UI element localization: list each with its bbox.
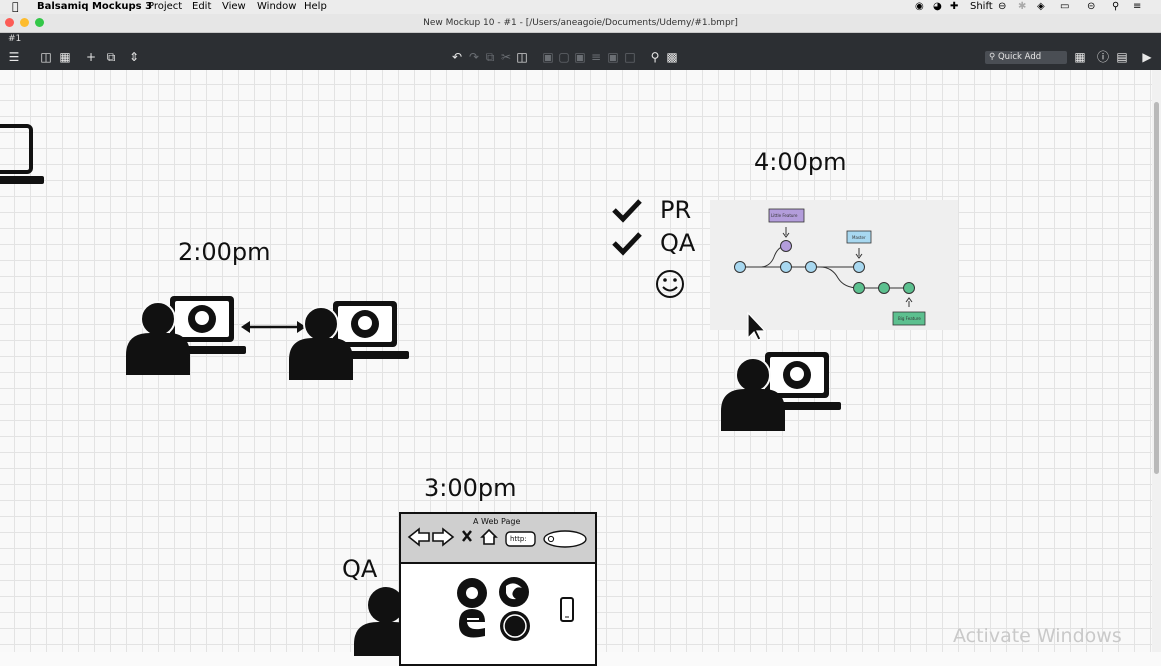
- apple-icon[interactable]: : [12, 0, 19, 14]
- git-branch-graph: [734, 208, 926, 326]
- mockup-tab[interactable]: #1: [8, 33, 21, 45]
- checkmark-icons: [612, 199, 642, 256]
- menu-help[interactable]: Help: [304, 0, 327, 14]
- hamburger-menu-icon[interactable]: ☰: [7, 50, 21, 64]
- duplicate-icon[interactable]: ⧉: [104, 50, 118, 64]
- battery-icon[interactable]: ▭: [1060, 0, 1069, 14]
- undo-icon[interactable]: ↶: [450, 50, 464, 64]
- menu-window[interactable]: Window: [257, 0, 296, 14]
- app-name-menu[interactable]: Balsamiq Mockups 3: [37, 0, 152, 14]
- developer-laptop-icon-3[interactable]: [721, 351, 846, 433]
- copy-icon[interactable]: ⧉: [483, 50, 497, 64]
- menu-bar:  Balsamiq Mockups 3 Project Edit View W…: [0, 0, 1161, 14]
- add-icon[interactable]: +: [84, 50, 98, 64]
- browser-url-field[interactable]: http:: [510, 535, 527, 543]
- do-not-disturb-icon[interactable]: ⊝: [1087, 0, 1095, 14]
- zoom-window-button[interactable]: [35, 18, 44, 27]
- redo-icon[interactable]: ↷: [467, 50, 481, 64]
- branch-label-master: Master: [852, 235, 866, 240]
- developer-laptop-icon-2[interactable]: [289, 300, 414, 382]
- send-back-icon[interactable]: ▢: [557, 50, 571, 64]
- group-icon[interactable]: ▣: [541, 50, 555, 64]
- smiley-face-icon[interactable]: [655, 269, 685, 299]
- quick-add-search-icon: ⚲: [989, 52, 996, 62]
- window-title-bar: New Mockup 10 - #1 - [/Users/aneagoie/Do…: [0, 14, 1161, 33]
- bring-front-icon[interactable]: ▣: [573, 50, 587, 64]
- browser-nav-icons: [407, 527, 587, 548]
- align-icon[interactable]: ≡: [589, 50, 603, 64]
- properties-panel-icon[interactable]: ▤: [1115, 50, 1129, 64]
- creative-cloud-icon[interactable]: ◕: [933, 0, 942, 14]
- time-label-3pm[interactable]: 3:00pm: [424, 474, 517, 502]
- time-label-4pm[interactable]: 4:00pm: [754, 148, 847, 176]
- mockup-tab-bar: #1: [0, 33, 1161, 45]
- minimize-window-button[interactable]: [20, 18, 29, 27]
- info-icon[interactable]: ⓘ: [1096, 50, 1110, 64]
- menu-edit[interactable]: Edit: [192, 0, 211, 14]
- search-icon[interactable]: ⚲: [648, 50, 662, 64]
- check-label-pr[interactable]: PR: [660, 196, 691, 224]
- branch-label-little-feature: Little Feature: [771, 213, 798, 218]
- spotlight-search-icon[interactable]: ⚲: [1112, 0, 1119, 14]
- cut-icon[interactable]: ✂: [499, 50, 513, 64]
- bluetooth-icon[interactable]: ✱: [1018, 0, 1026, 14]
- menu-project[interactable]: Project: [148, 0, 182, 14]
- presentation-mode-icon[interactable]: ▶: [1140, 50, 1154, 64]
- quick-add-placeholder: Quick Add: [997, 52, 1042, 62]
- ui-library-icon[interactable]: ▦: [1073, 50, 1087, 64]
- fullscreen-presentation-icon[interactable]: ▩: [665, 50, 679, 64]
- menu-view[interactable]: View: [222, 0, 246, 14]
- time-machine-icon[interactable]: ⊖: [998, 0, 1006, 14]
- lock-icon[interactable]: ▣: [606, 50, 620, 64]
- scrollbar-thumb[interactable]: [1154, 102, 1159, 474]
- wifi-icon[interactable]: ◈: [1037, 0, 1045, 14]
- delete-icon[interactable]: □: [623, 50, 637, 64]
- window-title: New Mockup 10 - #1 - [/Users/aneagoie/Do…: [423, 18, 738, 28]
- developer-laptop-icon[interactable]: [126, 295, 251, 377]
- activate-windows-watermark: Activate Windows: [953, 625, 1122, 647]
- mouse-cursor-icon: [747, 311, 767, 341]
- extension-icon[interactable]: ✚: [950, 0, 958, 14]
- paste-icon[interactable]: ◫: [515, 50, 529, 64]
- reorder-icon[interactable]: ⇕: [127, 50, 141, 64]
- browser-logos: [457, 577, 574, 641]
- vertical-scrollbar[interactable]: [1152, 70, 1161, 652]
- laptop-icon[interactable]: [0, 122, 50, 192]
- branch-label-big-feature: Big Feature: [898, 316, 921, 321]
- quick-add-input[interactable]: ⚲ Quick Add: [985, 51, 1067, 64]
- qa-label[interactable]: QA: [342, 555, 377, 583]
- toggle-navigator-icon[interactable]: ◫: [39, 50, 53, 64]
- grid-view-icon[interactable]: ▦: [58, 50, 72, 64]
- screen-record-icon[interactable]: ◉: [915, 0, 924, 14]
- notification-center-icon[interactable]: ≡: [1133, 0, 1141, 14]
- keyboard-shift-status[interactable]: Shift: [970, 0, 993, 14]
- close-window-button[interactable]: [5, 18, 14, 27]
- check-label-qa[interactable]: QA: [660, 229, 695, 257]
- time-label-2pm[interactable]: 2:00pm: [178, 238, 271, 266]
